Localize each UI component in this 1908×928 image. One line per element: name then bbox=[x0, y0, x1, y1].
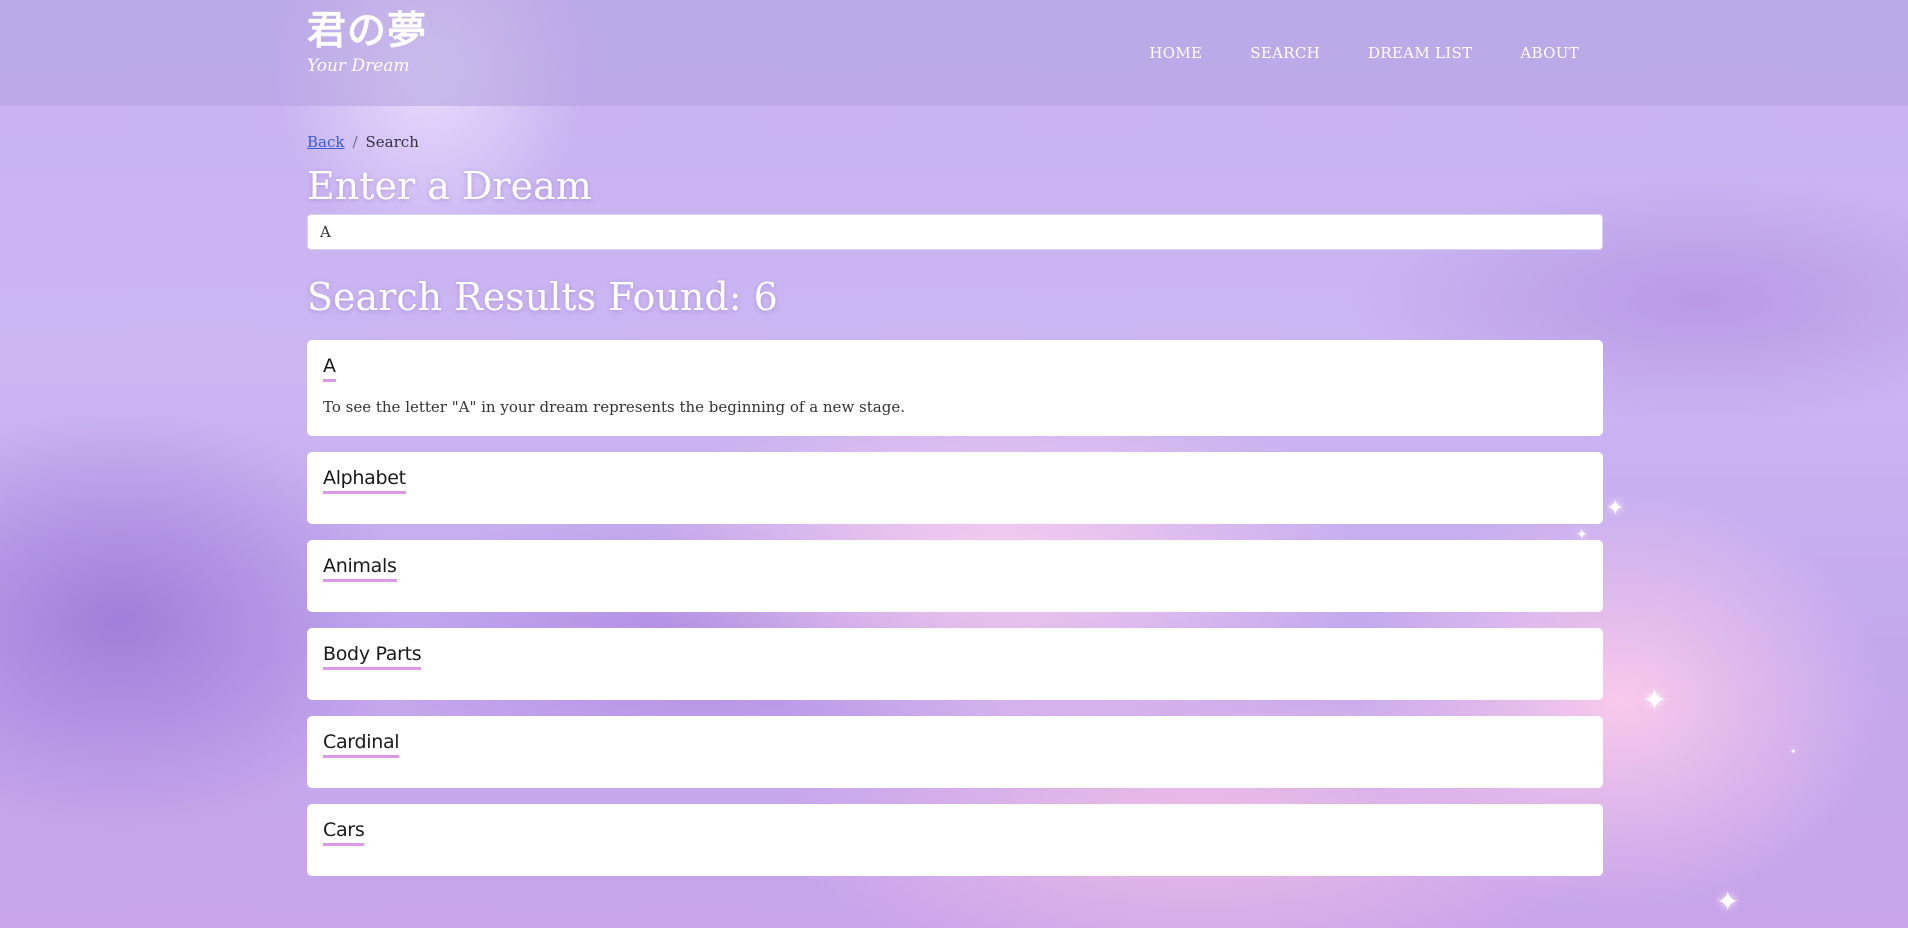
main-nav: HOME SEARCH DREAM LIST ABOUT bbox=[1149, 44, 1579, 62]
result-card: Cardinal bbox=[307, 716, 1603, 788]
result-title-link[interactable]: Body Parts bbox=[323, 642, 422, 670]
result-card: Animals bbox=[307, 540, 1603, 612]
nav-search[interactable]: SEARCH bbox=[1250, 44, 1320, 62]
results-list: A To see the letter "A" in your dream re… bbox=[307, 340, 1603, 876]
breadcrumb-current: Search bbox=[365, 133, 419, 151]
result-title-link[interactable]: A bbox=[323, 354, 336, 382]
search-heading: Enter a Dream bbox=[307, 164, 592, 208]
search-input[interactable] bbox=[307, 214, 1603, 250]
sparkle-decoration: ✦ bbox=[1642, 683, 1668, 718]
sparkle-decoration: ✦ bbox=[1790, 747, 1797, 756]
result-card: Cars bbox=[307, 804, 1603, 876]
result-title-link[interactable]: Animals bbox=[323, 554, 397, 582]
nav-home[interactable]: HOME bbox=[1149, 44, 1202, 62]
result-title-link[interactable]: Cars bbox=[323, 818, 365, 846]
breadcrumb-separator: / bbox=[352, 133, 358, 151]
result-title-link[interactable]: Alphabet bbox=[323, 466, 406, 494]
site-header: 君の夢 Your Dream HOME SEARCH DREAM LIST AB… bbox=[0, 0, 1908, 106]
breadcrumb: Back / Search bbox=[307, 133, 1603, 153]
sparkle-decoration: ✦ bbox=[1606, 496, 1625, 521]
nav-dream-list[interactable]: DREAM LIST bbox=[1368, 44, 1472, 62]
result-title-link[interactable]: Cardinal bbox=[323, 730, 400, 758]
main-content: Back / Search Enter a Dream Search Results… bbox=[307, 106, 1603, 892]
result-card: Body Parts bbox=[307, 628, 1603, 700]
logo-japanese-text: 君の夢 bbox=[307, 9, 428, 54]
result-description: To see the letter "A" in your dream repr… bbox=[323, 398, 905, 416]
site-logo[interactable]: 君の夢 Your Dream bbox=[307, 9, 428, 77]
results-heading: Search Results Found: 6 bbox=[307, 275, 778, 319]
result-card: A To see the letter "A" in your dream re… bbox=[307, 340, 1603, 436]
result-card: Alphabet bbox=[307, 452, 1603, 524]
logo-english-text: Your Dream bbox=[307, 56, 410, 76]
nav-about[interactable]: ABOUT bbox=[1520, 44, 1579, 62]
breadcrumb-back-link[interactable]: Back bbox=[307, 133, 344, 151]
sparkle-decoration: ✦ bbox=[1716, 885, 1740, 918]
